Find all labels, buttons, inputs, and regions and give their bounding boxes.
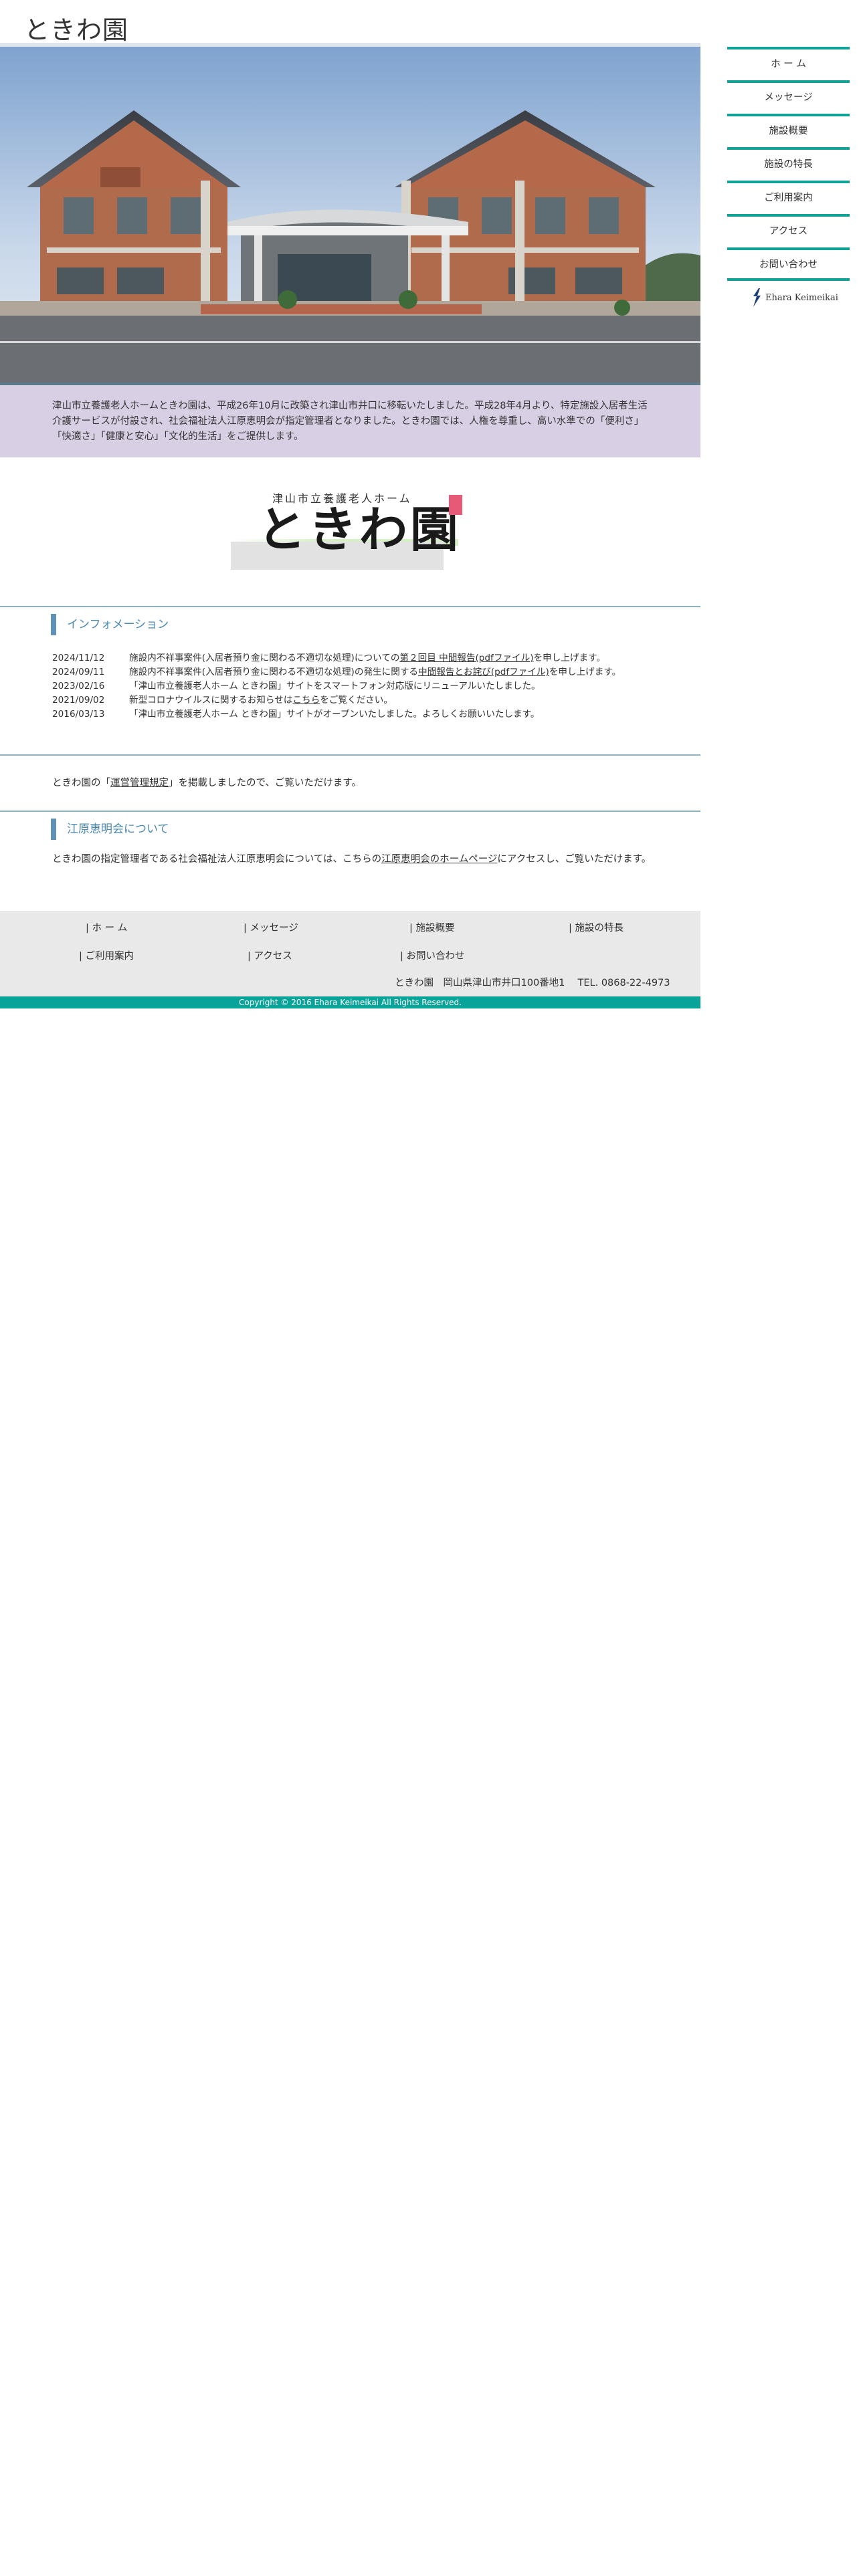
footer-nav-access[interactable]: | アクセス xyxy=(248,948,292,962)
news-date: 2021/09/02 xyxy=(52,695,105,706)
logo-pink-mark xyxy=(449,495,462,515)
sidenav-item-guide[interactable]: ご利用案内 xyxy=(727,181,850,214)
news-date: 2016/03/13 xyxy=(52,709,105,720)
news-text: 新型コロナウイルスに関するお知らせはこちらをご覧ください。 xyxy=(129,695,393,706)
ehara-keimeikai-logo-link[interactable]: Ehara Keimeikai xyxy=(752,288,838,308)
facility-logo: 津山市立養護老人ホーム ときわ園 xyxy=(231,488,465,575)
section-divider xyxy=(0,811,700,812)
ehara-logo-text: Ehara Keimeikai xyxy=(765,292,838,303)
news-date: 2024/11/12 xyxy=(52,653,105,663)
news-link[interactable]: 第２回目 中間報告(pdfファイル) xyxy=(399,653,533,663)
footer-nav-message[interactable]: | メッセージ xyxy=(244,920,298,934)
footer: | ホ ー ム | メッセージ | 施設概要 | 施設の特長 | ご利用案内 |… xyxy=(0,911,700,996)
footer-nav-overview[interactable]: | 施設概要 xyxy=(409,920,455,934)
ehara-homepage-link[interactable]: 江原恵明会のホームページ xyxy=(381,854,497,865)
news-item: 2021/09/02 新型コロナウイルスに関するお知らせはこちらをご覧ください。 xyxy=(52,693,694,708)
ehara-notice: ときわ園の指定管理者である社会福祉法人江原恵明会については、こちらの江原恵明会の… xyxy=(52,854,652,865)
regulation-notice: ときわ園の「運営管理規定」を掲載しましたので、ご覧いただけます。 xyxy=(52,778,361,788)
news-date: 2024/09/11 xyxy=(52,667,105,677)
site-title[interactable]: ときわ園 xyxy=(24,9,128,46)
footer-address: ときわ園 岡山県津山市井口100番地1 TEL. 0868-22-4973 xyxy=(395,978,670,988)
sidenav-item-access[interactable]: アクセス xyxy=(727,214,850,247)
news-link[interactable]: こちら xyxy=(292,695,320,706)
news-item: 2024/11/12 施設内不祥事案件(入居者預り金に関わる不適切な処理)につい… xyxy=(52,651,694,665)
news-item: 2016/03/13 「津山市立養護老人ホーム ときわ園」サイトがオープンいたし… xyxy=(52,708,694,722)
ehara-heading: 江原恵明会について xyxy=(51,819,169,840)
footer-nav-contact[interactable]: | お問い合わせ xyxy=(400,948,465,962)
hero-building-photo xyxy=(0,43,700,383)
news-item: 2024/09/11 施設内不祥事案件(入居者預り金に関わる不適切な処理)の発生… xyxy=(52,665,694,679)
sidenav-item-home[interactable]: ホ ー ム xyxy=(727,47,850,80)
news-date: 2023/02/16 xyxy=(52,681,105,691)
footer-nav-home[interactable]: | ホ ー ム xyxy=(86,920,127,934)
sidenav-item-features[interactable]: 施設の特長 xyxy=(727,147,850,181)
news-text: 「津山市立養護老人ホーム ときわ園」サイトがオープンいたしました。よろしくお願い… xyxy=(129,709,540,720)
news-text: 「津山市立養護老人ホーム ときわ園」サイトをスマートフォン対応版にリニューアルい… xyxy=(129,681,541,691)
news-text: 施設内不祥事案件(入居者預り金に関わる不適切な処理)の発生に関する中間報告とお詫… xyxy=(129,667,622,677)
sidenav-item-overview[interactable]: 施設概要 xyxy=(727,114,850,147)
logo-name: ときわ園 xyxy=(258,501,462,558)
news-item: 2023/02/16 「津山市立養護老人ホーム ときわ園」サイトをスマートフォン… xyxy=(52,679,694,693)
sidenav-item-message[interactable]: メッセージ xyxy=(727,80,850,114)
news-list: 2024/11/12 施設内不祥事案件(入居者預り金に関わる不適切な処理)につい… xyxy=(52,651,694,722)
ehara-logo-icon xyxy=(753,288,761,307)
section-divider xyxy=(0,606,700,607)
side-navigation: ホ ー ム メッセージ 施設概要 施設の特長 ご利用案内 アクセス お問い合わせ xyxy=(727,47,850,281)
intro-text: 津山市立養護老人ホームときわ園は、平成26年10月に改築され津山市井口に移転いた… xyxy=(0,385,700,457)
sidenav-item-contact[interactable]: お問い合わせ xyxy=(727,247,850,281)
section-divider xyxy=(0,754,700,756)
information-heading: インフォメーション xyxy=(51,614,169,635)
regulation-link[interactable]: 運営管理規定 xyxy=(110,778,169,788)
footer-nav-features[interactable]: | 施設の特長 xyxy=(569,920,624,934)
news-text: 施設内不祥事案件(入居者預り金に関わる不適切な処理)についての第２回目 中間報告… xyxy=(129,653,605,663)
copyright-bar: Copyright © 2016 Ehara Keimeikai All Rig… xyxy=(0,996,700,1008)
footer-nav-guide[interactable]: | ご利用案内 xyxy=(79,948,134,962)
news-link[interactable]: 中間報告とお詫び(pdfファイル) xyxy=(418,667,549,677)
